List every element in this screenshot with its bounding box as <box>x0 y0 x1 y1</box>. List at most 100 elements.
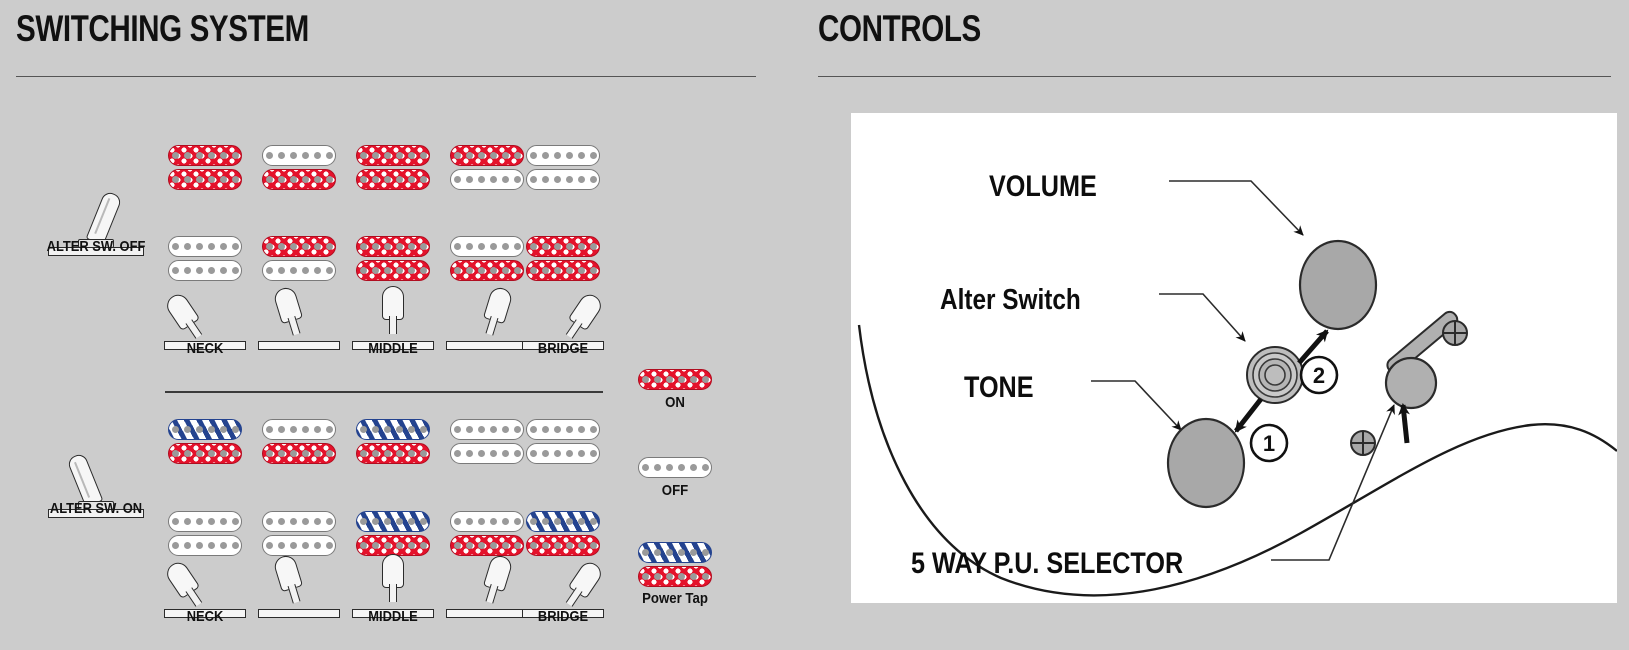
pickup-g0-r0-c4 <box>526 145 600 190</box>
label-tone: TONE <box>964 371 1034 404</box>
coil-top <box>168 511 242 532</box>
pickup-g0-r1-c3 <box>450 236 524 281</box>
coil-top <box>262 236 336 257</box>
controls-diagram-svg: 1 2 <box>857 180 1617 597</box>
pickup-g0-r0-c3 <box>450 145 524 190</box>
position-label-g0-p0: NECK <box>186 340 224 357</box>
coil-top <box>262 511 336 532</box>
position-label-g0-p4: BRIDGE <box>537 340 589 357</box>
switching-system-panel: SWITCHING SYSTEM ALTER SW. OFF NECK MIDD… <box>0 0 800 650</box>
label-alter-switch: Alter Switch <box>940 284 1081 316</box>
coil-bottom <box>450 535 524 556</box>
label-volume: VOLUME <box>989 170 1097 203</box>
alter-switch-on-label: ALTER SW. ON <box>49 500 143 517</box>
pickup-g1-r1-c4 <box>526 511 600 556</box>
pickup-g1-r0-c3 <box>450 419 524 464</box>
legend-swatch-off <box>638 457 712 478</box>
coil-bottom <box>526 260 600 281</box>
controls-panel: CONTROLS 1 2 VOLUME Alter Switch TONE 5 … <box>800 0 1629 650</box>
coil-top <box>450 419 524 440</box>
page-title-controls: CONTROLS <box>818 8 981 49</box>
marker-2: 2 <box>1299 355 1339 395</box>
selector-lever-g0-p3[interactable] <box>446 285 528 350</box>
title-divider-controls <box>818 76 1611 77</box>
coil-top <box>262 419 336 440</box>
coil-top <box>526 419 600 440</box>
coil-single <box>638 369 712 390</box>
title-divider-switching <box>16 76 756 77</box>
coil-bottom <box>356 443 430 464</box>
coil-bottom <box>638 566 712 587</box>
coil-top <box>356 145 430 166</box>
legend-label-power-tap: Power Tap <box>642 590 708 607</box>
coil-bottom <box>356 535 430 556</box>
selector-lever-g1-p1[interactable] <box>258 553 340 618</box>
position-label-g1-p2: MIDDLE <box>368 608 418 625</box>
coil-bottom <box>262 260 336 281</box>
pickup-g0-r1-c1 <box>262 236 336 281</box>
legend-label-off: OFF <box>661 482 689 499</box>
lever-plate-icon <box>258 609 340 618</box>
coil-top <box>450 236 524 257</box>
coil-bottom <box>168 169 242 190</box>
leader-line-tone <box>1091 380 1182 431</box>
pickup-g1-r0-c1 <box>262 419 336 464</box>
pickup-g0-r1-c2 <box>356 236 430 281</box>
legend-label-on: ON <box>665 394 685 411</box>
coil-bottom <box>526 535 600 556</box>
legend-swatch-on <box>638 369 712 390</box>
page-title-switching: SWITCHING SYSTEM <box>16 8 309 49</box>
coil-top <box>168 419 242 440</box>
position-label-g0-p2: MIDDLE <box>368 340 418 357</box>
lever-plate-icon <box>446 609 528 618</box>
pickup-g0-r0-c2 <box>356 145 430 190</box>
coil-bottom <box>262 443 336 464</box>
motion-arrow-1 <box>1234 397 1263 433</box>
coil-single <box>638 457 712 478</box>
marker-2-text: 2 <box>1313 363 1325 388</box>
volume-knob[interactable] <box>1298 239 1378 331</box>
coil-top <box>450 145 524 166</box>
pickup-g1-r0-c4 <box>526 419 600 464</box>
lever-plate-icon <box>446 341 528 350</box>
coil-top <box>356 419 430 440</box>
coil-top <box>168 145 242 166</box>
coil-bottom <box>450 443 524 464</box>
label-five-way-selector: 5 WAY P.U. SELECTOR <box>911 547 1184 580</box>
coil-bottom <box>526 169 600 190</box>
pickup-g1-r0-c0 <box>168 419 242 464</box>
coil-top <box>526 511 600 532</box>
coil-top <box>356 236 430 257</box>
selector-screw-upper <box>1442 320 1468 346</box>
coil-top <box>168 236 242 257</box>
position-label-g1-p4: BRIDGE <box>537 608 589 625</box>
legend-swatch-power-tap <box>638 542 712 587</box>
group-divider <box>165 391 603 393</box>
pickup-g0-r1-c4 <box>526 236 600 281</box>
selector-lever-g1-p3[interactable] <box>446 553 528 618</box>
leader-line-selector <box>1271 404 1395 561</box>
tone-knob[interactable] <box>1166 417 1246 509</box>
coil-top <box>638 542 712 563</box>
pickup-g1-r0-c2 <box>356 419 430 464</box>
selector-lever-g0-p1[interactable] <box>258 285 340 350</box>
pickup-g1-r1-c3 <box>450 511 524 556</box>
coil-bottom <box>262 169 336 190</box>
position-label-g1-p0: NECK <box>186 608 224 625</box>
coil-top <box>262 145 336 166</box>
alter-switch-control[interactable] <box>1246 346 1304 404</box>
coil-top <box>526 145 600 166</box>
pole-pieces <box>169 146 241 165</box>
pickup-g0-r0-c1 <box>262 145 336 190</box>
pickup-g1-r1-c1 <box>262 511 336 556</box>
coil-bottom <box>450 260 524 281</box>
coil-bottom <box>356 260 430 281</box>
alter-switch-off-label: ALTER SW. OFF <box>46 238 146 255</box>
coil-top <box>450 511 524 532</box>
lever-arm-icon <box>352 286 434 342</box>
leader-line-volume <box>1169 180 1304 236</box>
pickup-g1-r1-c2 <box>356 511 430 556</box>
coil-bottom <box>168 443 242 464</box>
leader-line-alter-switch <box>1159 293 1246 342</box>
pole-pieces <box>169 170 241 189</box>
